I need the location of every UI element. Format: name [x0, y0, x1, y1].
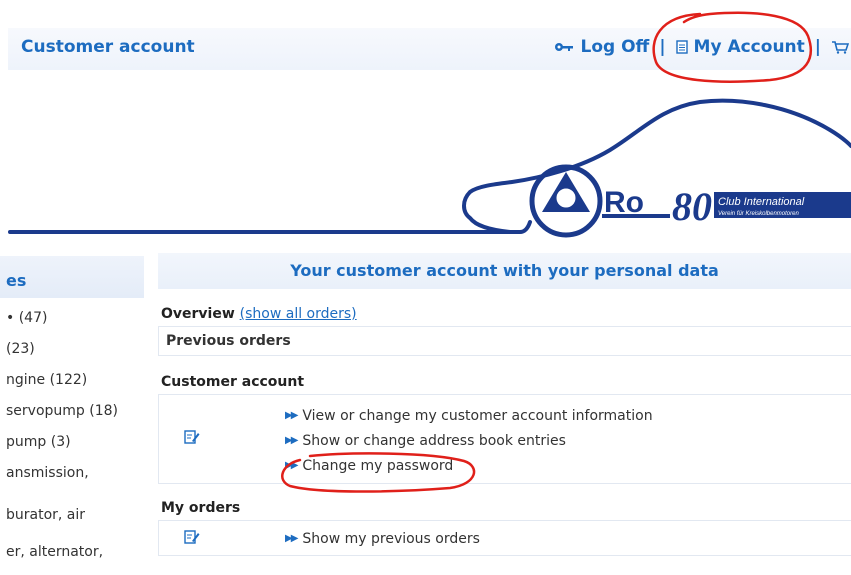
my-orders-box: ▶▶ Show my previous orders — [158, 520, 851, 556]
nav-separator-2: | — [814, 37, 821, 57]
myaccount-label: My Account — [693, 37, 805, 57]
document-icon — [675, 40, 688, 54]
category-item[interactable]: ansmission, — [6, 465, 144, 507]
logo-number: 80 — [672, 184, 712, 229]
double-arrow-icon: ▶▶ — [285, 410, 298, 421]
my-orders-section-title: My orders — [161, 500, 241, 516]
logoff-link[interactable]: Log Off — [554, 37, 649, 57]
sidebar-heading: es — [0, 256, 144, 298]
page-title: Customer account — [21, 37, 195, 57]
category-item[interactable]: er, alternator, — [6, 544, 144, 575]
double-arrow-icon: ▶▶ — [285, 533, 298, 544]
address-book-label: Show or change address book entries — [302, 432, 566, 449]
previous-orders-box: Previous orders — [158, 326, 851, 356]
account-info-label: View or change my customer account infor… — [302, 407, 653, 424]
category-item[interactable]: • (47) — [6, 310, 144, 341]
nav-separator: | — [659, 37, 666, 57]
edit-icon — [184, 530, 200, 544]
previous-orders-link[interactable]: ▶▶ Show my previous orders — [285, 526, 480, 551]
key-icon — [555, 43, 574, 51]
top-navigation: Log Off | My Account | — [554, 37, 851, 57]
logo-line1: Club International — [718, 196, 805, 208]
category-item[interactable]: burator, air — [6, 507, 144, 544]
change-password-link[interactable]: ▶▶ Change my password — [285, 453, 653, 478]
double-arrow-icon: ▶▶ — [285, 435, 298, 446]
category-item[interactable]: (23) — [6, 341, 144, 372]
change-password-label: Change my password — [302, 457, 454, 474]
logoff-label: Log Off — [580, 37, 650, 57]
category-sidebar: es • (47) (23) ngine (122) servopump (18… — [0, 256, 144, 571]
category-item[interactable]: ngine (122) — [6, 372, 144, 403]
account-links: ▶▶ View or change my customer account in… — [285, 403, 653, 478]
content-heading: Your customer account with your personal… — [158, 253, 851, 289]
overview-section-title: Overview (show all orders) — [161, 306, 851, 322]
customer-account-box: ▶▶ View or change my customer account in… — [158, 394, 851, 484]
previous-orders-link-label: Show my previous orders — [302, 530, 480, 547]
previous-orders-label: Previous orders — [166, 333, 291, 349]
category-item-line: ansmission, — [6, 465, 89, 481]
cart-icon[interactable] — [831, 40, 849, 54]
double-arrow-icon: ▶▶ — [285, 460, 298, 471]
club-logo: Ro 80 Club International Verein für Krei… — [8, 98, 851, 238]
overview-label: Overview — [161, 306, 235, 322]
category-list: • (47) (23) ngine (122) servopump (18) p… — [0, 298, 144, 575]
category-item[interactable]: pump (3) — [6, 434, 144, 465]
customer-account-section-title: Customer account — [161, 374, 305, 390]
myaccount-link[interactable]: My Account — [675, 37, 805, 57]
order-links: ▶▶ Show my previous orders — [285, 526, 480, 551]
header-bar: Customer account Log Off | My Account | — [8, 28, 851, 70]
show-all-orders-link[interactable]: (show all orders) — [240, 306, 357, 322]
edit-icon — [184, 430, 200, 444]
account-info-link[interactable]: ▶▶ View or change my customer account in… — [285, 403, 653, 428]
logo-line2: Verein für Kreiskolbenmotoren — [718, 211, 799, 217]
category-item[interactable]: servopump (18) — [6, 403, 144, 434]
address-book-link[interactable]: ▶▶ Show or change address book entries — [285, 428, 653, 453]
account-content: Your customer account with your personal… — [158, 253, 851, 571]
